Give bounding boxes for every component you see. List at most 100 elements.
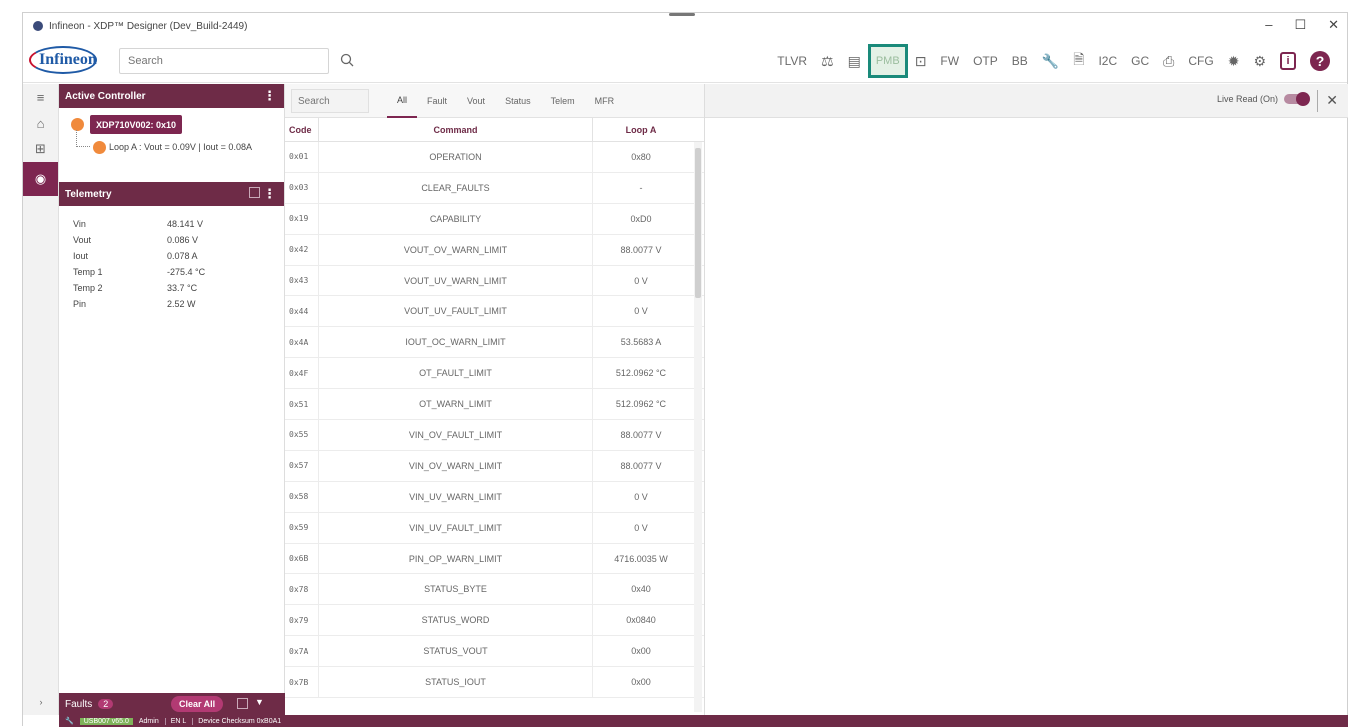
command-value: 0 V xyxy=(634,306,648,317)
table-row[interactable]: 0x55 VIN_OV_FAULT_LIMIT 88.0077 V xyxy=(285,420,704,451)
tab-mfr[interactable]: MFR xyxy=(585,84,625,118)
wrench-status-icon[interactable]: 🔧 xyxy=(65,717,74,725)
tool-fw[interactable]: FW xyxy=(933,47,966,75)
wrench-icon[interactable]: 🔧 xyxy=(1035,47,1066,75)
tool-cfg[interactable]: CFG xyxy=(1181,47,1220,75)
command-code: 0x4A xyxy=(285,327,319,358)
telemetry-row: Vin 48.141 V xyxy=(59,216,284,232)
tab-telem[interactable]: Telem xyxy=(541,84,585,118)
command-value: 0xD0 xyxy=(630,213,652,224)
table-row[interactable]: 0x7B STATUS_IOUT 0x00 xyxy=(285,667,704,699)
expand-rail-icon[interactable]: › xyxy=(23,697,59,707)
search-icon[interactable] xyxy=(340,53,354,67)
balance-icon[interactable]: ⚖ xyxy=(814,47,841,75)
gear-icon[interactable]: ⚙ xyxy=(1246,47,1273,75)
command-name: STATUS_IOUT xyxy=(319,667,593,698)
tab-fault[interactable]: Fault xyxy=(417,84,457,118)
tool-i2c[interactable]: I2C xyxy=(1091,47,1124,75)
drag-handle[interactable] xyxy=(669,13,695,16)
printer-icon[interactable]: ⎙ xyxy=(1156,47,1181,75)
kebab-menu-icon[interactable]: ⋮ xyxy=(263,88,276,104)
telemetry-kebab-icon[interactable]: ⋮ xyxy=(263,186,276,202)
telemetry-value: -275.4 °C xyxy=(167,267,206,277)
command-code: 0x6B xyxy=(285,543,319,574)
home-icon[interactable]: ⌂ xyxy=(23,110,58,136)
command-name: CLEAR_FAULTS xyxy=(319,172,593,203)
command-code: 0x03 xyxy=(285,172,319,203)
command-scrollbar[interactable] xyxy=(694,142,702,712)
chip-icon[interactable]: ⊡ xyxy=(908,47,934,75)
chip-nav-icon[interactable]: ⊞ xyxy=(23,136,58,162)
telemetry-label: Vout xyxy=(73,235,92,245)
telemetry-row: Temp 1 -275.4 °C xyxy=(59,264,284,280)
info-panel-button[interactable]: i xyxy=(1273,47,1303,75)
usb-adapter-status: USB007 v65.0 xyxy=(79,717,133,725)
target-nav-icon[interactable]: ◉ xyxy=(23,162,58,196)
tool-otp[interactable]: OTP xyxy=(966,47,1005,75)
command-name: STATUS_WORD xyxy=(319,605,593,636)
command-code: 0x51 xyxy=(285,389,319,420)
detail-header: Live Read (On) ✕ xyxy=(705,84,1348,118)
command-value: 0x0840 xyxy=(626,615,656,626)
chevron-down-icon[interactable]: ▼ xyxy=(255,697,264,707)
telemetry-row: Pin 2.52 W xyxy=(59,296,284,312)
telemetry-value: 0.078 A xyxy=(167,251,198,261)
telemetry-label: Temp 2 xyxy=(73,283,103,293)
close-window-icon[interactable]: ✕ xyxy=(1328,17,1339,33)
table-row[interactable]: 0x78 STATUS_BYTE 0x40 xyxy=(285,574,704,606)
document-icon[interactable]: ▤ xyxy=(841,47,868,75)
table-row[interactable]: 0x44 VOUT_UV_FAULT_LIMIT 0 V xyxy=(285,296,704,328)
help-button[interactable]: ? xyxy=(1303,47,1337,75)
table-row[interactable]: 0x51 OT_WARN_LIMIT 512.0962 °C xyxy=(285,389,704,421)
column-code[interactable]: Code xyxy=(285,117,319,142)
table-row[interactable]: 0x43 VOUT_UV_WARN_LIMIT 0 V xyxy=(285,265,704,297)
divider xyxy=(1317,90,1318,112)
table-row[interactable]: 0x01 OPERATION 0x80 xyxy=(285,142,704,173)
table-row[interactable]: 0x19 CAPABILITY 0xD0 xyxy=(285,203,704,235)
collapse-menu-icon[interactable]: ≡ xyxy=(23,84,58,110)
command-name: VOUT_UV_WARN_LIMIT xyxy=(319,265,593,296)
tool-bb[interactable]: BB xyxy=(1005,47,1035,75)
command-code: 0x42 xyxy=(285,234,319,265)
clear-all-button[interactable]: Clear All xyxy=(171,696,224,712)
table-row[interactable]: 0x03 CLEAR_FAULTS - xyxy=(285,172,704,204)
faults-bar: Faults 2 Clear All ▼ xyxy=(59,693,285,715)
scroll-thumb[interactable] xyxy=(695,148,701,298)
close-panel-icon[interactable]: ✕ xyxy=(1326,92,1338,109)
tab-all[interactable]: All xyxy=(387,84,418,118)
table-row[interactable]: 0x79 STATUS_WORD 0x0840 xyxy=(285,605,704,637)
table-row[interactable]: 0x58 VIN_UV_WARN_LIMIT 0 V xyxy=(285,481,704,513)
maximize-icon[interactable]: ☐ xyxy=(1294,17,1306,33)
table-row[interactable]: 0x42 VOUT_OV_WARN_LIMIT 88.0077 V xyxy=(285,234,704,266)
tool-pmb[interactable]: PMB xyxy=(867,44,908,78)
tab-status[interactable]: Status xyxy=(495,84,541,118)
tool-gc[interactable]: GC xyxy=(1124,47,1156,75)
column-loop-a[interactable]: Loop A xyxy=(593,118,689,142)
table-row[interactable]: 0x7A STATUS_VOUT 0x00 xyxy=(285,636,704,668)
device-checksum: Device Checksum 0xB0A1 xyxy=(192,717,281,725)
tab-vout[interactable]: Vout xyxy=(457,84,495,118)
popout-icon[interactable] xyxy=(249,187,260,198)
file-icon[interactable]: 🗎 xyxy=(1066,47,1091,75)
global-search-input[interactable] xyxy=(120,55,300,67)
command-value: 53.5683 A xyxy=(620,337,662,348)
active-controller-title: Active Controller xyxy=(65,90,146,102)
command-code: 0x01 xyxy=(285,142,319,172)
table-row[interactable]: 0x59 VIN_UV_FAULT_LIMIT 0 V xyxy=(285,512,704,544)
tool-tlvr[interactable]: TLVR xyxy=(770,47,814,75)
command-code: 0x44 xyxy=(285,296,319,327)
language: EN L xyxy=(164,717,186,725)
bug-icon[interactable]: ✹ xyxy=(1221,47,1247,75)
table-row[interactable]: 0x6B PIN_OP_WARN_LIMIT 4716.0035 W xyxy=(285,543,704,575)
minimize-icon[interactable]: – xyxy=(1265,17,1272,33)
loop-a-summary[interactable]: Loop A : Vout = 0.09V | Iout = 0.08A xyxy=(109,142,252,152)
command-search-input[interactable] xyxy=(291,89,369,113)
table-row[interactable]: 0x4A IOUT_OC_WARN_LIMIT 53.5683 A xyxy=(285,327,704,359)
table-row[interactable]: 0x57 VIN_OV_WARN_LIMIT 88.0077 V xyxy=(285,450,704,482)
table-row[interactable]: 0x4F OT_FAULT_LIMIT 512.0962 °C xyxy=(285,358,704,390)
faults-popout-icon[interactable] xyxy=(237,698,248,709)
column-command[interactable]: Command xyxy=(319,117,593,142)
controller-chip[interactable]: XDP710V002: 0x10 xyxy=(90,115,183,134)
live-read-toggle[interactable] xyxy=(1284,92,1310,106)
command-value: 88.0077 V xyxy=(620,429,662,440)
